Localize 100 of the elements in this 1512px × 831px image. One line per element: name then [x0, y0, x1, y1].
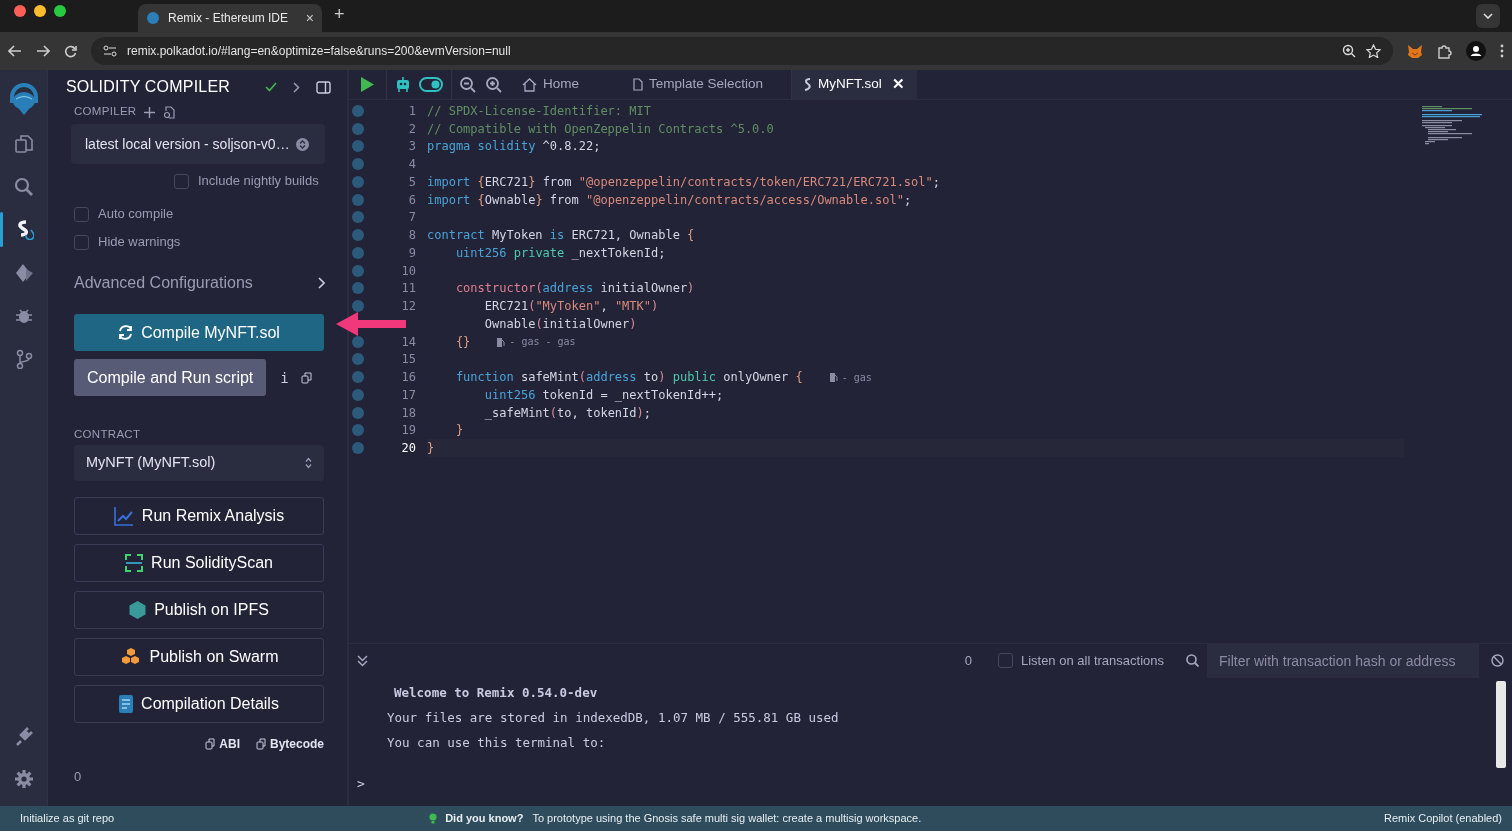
fox-icon[interactable] [1407, 43, 1423, 59]
new-tab-button[interactable]: + [334, 1, 345, 28]
code-line: constructor(address initialOwner) [454, 281, 695, 296]
line-number: 7 [407, 210, 416, 225]
profile-icon[interactable] [1466, 41, 1486, 61]
menu-icon[interactable] [1500, 44, 1504, 58]
search-icon[interactable] [13, 176, 34, 197]
file-link-icon[interactable] [163, 105, 176, 119]
filter-field[interactable]: Filter with transaction hash or address [1207, 643, 1479, 678]
tab-close-button[interactable]: ✕ [891, 73, 905, 96]
breakpoint-dot[interactable] [352, 406, 364, 419]
play-icon[interactable] [361, 77, 374, 92]
puzzle-icon[interactable] [1437, 43, 1452, 59]
breakpoint-dot[interactable] [352, 246, 364, 259]
checkbox-label: Hide warnings [98, 233, 181, 252]
line-number: 15 [400, 352, 416, 367]
editor-tab[interactable]: Home [510, 69, 591, 100]
breakpoint-dot[interactable] [352, 335, 364, 348]
forward-icon[interactable] [36, 45, 50, 57]
code-line: _safeMint(to, tokenId); [483, 405, 651, 420]
line-number: 3 [407, 139, 416, 154]
window-control-icon[interactable] [34, 4, 46, 17]
breakpoint-dot[interactable] [352, 175, 364, 188]
breakpoint-dot[interactable] [352, 282, 364, 295]
checkbox-label: Listen on all transactions [1020, 651, 1164, 670]
compiler-select[interactable]: latest local version - soljson-v0… [71, 124, 325, 164]
star-icon[interactable] [1366, 44, 1381, 58]
breakpoint-dot[interactable] [352, 388, 364, 401]
breakpoint-dot[interactable] [352, 353, 364, 366]
editor-tab[interactable]: Template Selection [621, 69, 776, 100]
panel-toggle-icon[interactable] [316, 80, 331, 94]
reload-icon[interactable] [64, 44, 77, 58]
action-button[interactable]: Publish on Swarm [74, 638, 324, 677]
zoom-icon[interactable] [1342, 44, 1356, 58]
back-icon[interactable] [8, 45, 22, 57]
breakpoint-dot[interactable] [352, 122, 364, 135]
copy-link[interactable]: Bytecode [255, 735, 324, 754]
compile-button[interactable]: Compile MyNFT.sol [74, 314, 324, 351]
chart-icon [113, 506, 134, 527]
action-button[interactable]: Compilation Details [74, 685, 324, 724]
search-icon[interactable] [1186, 654, 1199, 667]
breakpoint-dot[interactable] [352, 229, 364, 242]
line-number: 5 [407, 174, 416, 189]
code-line: function safeMint(address to) public onlyOwner { [454, 370, 803, 385]
address-field[interactable]: remix.polkadot.io/#lang=en&optimize=false&runs=200&evmVersion=null [127, 42, 511, 60]
tab-search-button[interactable] [1476, 4, 1500, 28]
run-script-button[interactable]: Compile and Run script [74, 359, 267, 396]
advanced-configurations-link[interactable]: Advanced Configurations [74, 271, 253, 295]
browser-tab[interactable]: Remix - Ethereum IDE × [138, 4, 322, 32]
breakpoint-dot[interactable] [352, 371, 364, 384]
breakpoint-dot[interactable] [352, 442, 364, 455]
line-number: 17 [400, 387, 416, 402]
chevron-right-icon[interactable] [293, 81, 300, 93]
editor-tab[interactable]: MyNFT.sol ✕ [791, 69, 917, 100]
breakpoint-dot[interactable] [352, 424, 364, 437]
breakpoint-dot[interactable] [352, 300, 364, 313]
breakpoint-dot[interactable] [352, 140, 364, 153]
clear-icon[interactable] [1491, 654, 1504, 667]
checkbox[interactable] [997, 653, 1013, 668]
collapse-icon[interactable] [357, 654, 368, 667]
copy-icon[interactable] [300, 371, 312, 384]
contract-select[interactable]: MyNFT (MyNFT.sol) [74, 445, 324, 482]
copilot-status[interactable]: Remix Copilot (enabled) [1384, 810, 1502, 827]
code-line: pragma solidity ^0.8.22; [427, 139, 601, 154]
settings-icon[interactable] [13, 768, 34, 789]
zoom-out-icon[interactable] [460, 76, 476, 93]
robot-icon[interactable] [395, 76, 411, 93]
breakpoint-dot[interactable] [352, 104, 364, 117]
zoom-in-icon[interactable] [486, 76, 502, 93]
line-number: 20 [400, 441, 416, 456]
breakpoint-dot[interactable] [352, 264, 364, 277]
updown-icon [295, 137, 309, 151]
checkbox[interactable] [74, 234, 89, 250]
toggle-icon[interactable] [419, 77, 443, 92]
checkbox[interactable] [174, 173, 189, 189]
checkbox[interactable] [74, 206, 89, 222]
chevron-right-icon[interactable] [318, 277, 325, 289]
action-button[interactable]: Run Remix Analysis [74, 497, 324, 536]
site-settings-icon[interactable] [103, 45, 117, 57]
action-button[interactable]: Run SolidityScan [74, 544, 324, 583]
refresh-icon [118, 325, 134, 340]
line-number: 1 [407, 103, 416, 118]
line-number: 18 [400, 405, 416, 420]
plus-icon[interactable] [144, 106, 156, 118]
scrollbar[interactable] [1496, 681, 1506, 768]
window-control-icon[interactable] [14, 4, 26, 17]
action-button[interactable]: Publish on IPFS [74, 591, 324, 630]
gas-hint: - gas - gas [509, 336, 576, 348]
breakpoint-dot[interactable] [352, 158, 364, 171]
window-control-icon[interactable] [54, 4, 66, 17]
files-icon[interactable] [13, 133, 34, 154]
breakpoint-dot[interactable] [352, 211, 364, 224]
contract-label: CONTRACT [74, 427, 142, 442]
breakpoint-dot[interactable] [352, 193, 364, 206]
ethereum-icon[interactable] [13, 262, 34, 283]
status-text[interactable]: Initialize as git repo [20, 810, 115, 827]
copy-link[interactable]: ABI [205, 735, 240, 754]
terminal-prompt[interactable]: > [349, 772, 1512, 806]
info-button[interactable]: i [280, 369, 289, 386]
tab-close-button[interactable]: × [305, 7, 314, 29]
